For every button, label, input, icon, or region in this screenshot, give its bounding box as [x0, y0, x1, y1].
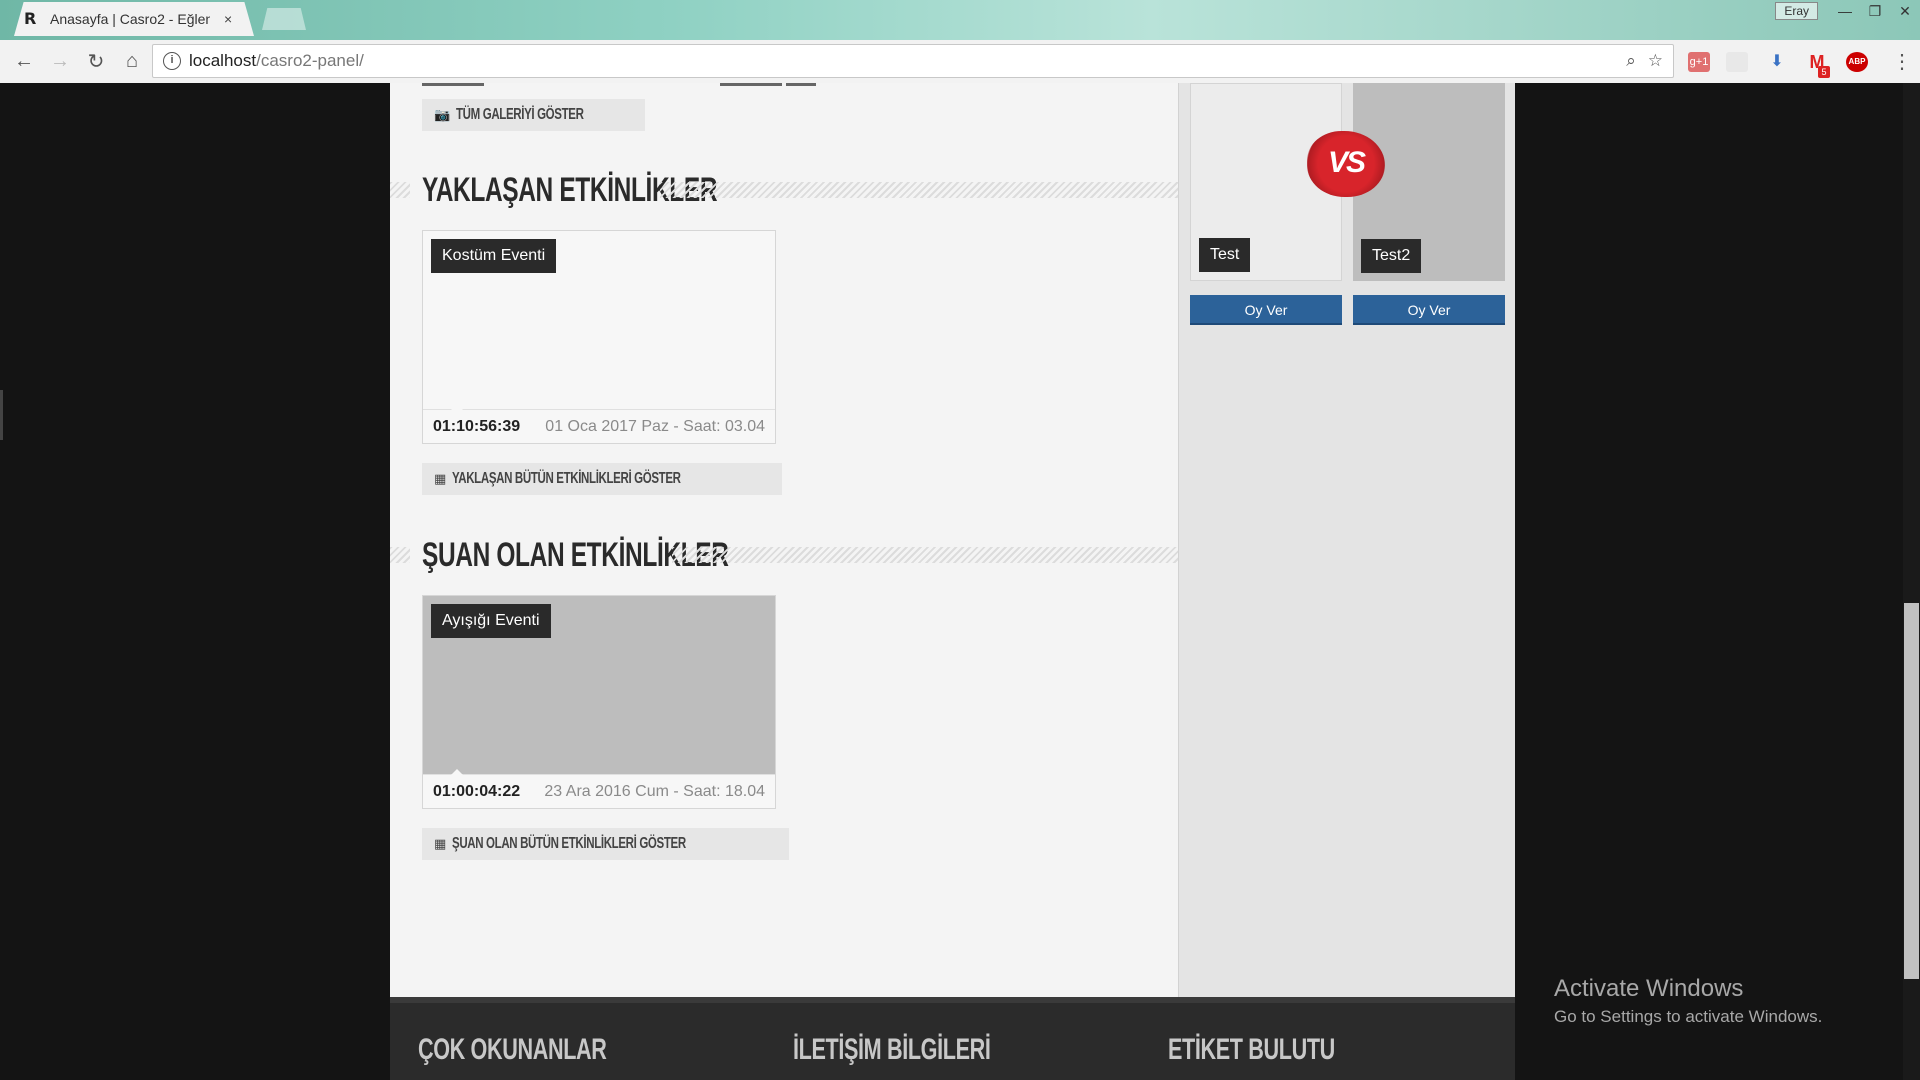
address-bar[interactable]: i localhost/casro2-panel/ ⌕ ☆	[152, 44, 1674, 78]
back-arrow-icon[interactable]: ←	[6, 50, 42, 73]
url-text[interactable]: localhost/casro2-panel/	[189, 51, 1614, 71]
event-tag: Kostüm Eventi	[431, 239, 557, 273]
event-countdown: 01:10:56:39	[433, 417, 521, 435]
footer-heading: ETİKET BULUTU	[1168, 1033, 1335, 1066]
upcoming-event-card[interactable]: Kostüm Eventi 01:10:56:39 01 Oca 2017 Pa…	[422, 230, 776, 444]
translate-extension[interactable]: ⬇	[1766, 52, 1788, 72]
kebab-menu-icon[interactable]: ⋮	[1884, 49, 1920, 74]
left-edge-marker	[0, 390, 3, 440]
scrollbar-thumb[interactable]	[1904, 603, 1919, 979]
watermark-subtitle: Go to Settings to activate Windows.	[1554, 1007, 1823, 1026]
show-all-upcoming-label: YAKLAŞAN BÜTÜN ETKİNLİKLERİ GÖSTER	[452, 470, 681, 487]
event-tag: Ayışığı Eventi	[431, 604, 551, 638]
event-date: 23 Ara 2016 Cum - Saat: 18.04	[544, 782, 765, 800]
site-info-icon[interactable]: i	[163, 52, 181, 70]
browser-chrome: R Anasayfa | Casro2 - Eğlen × Eray — ❐ ✕…	[0, 0, 1920, 83]
window-controls: Eray — ❐ ✕	[1775, 0, 1920, 22]
reload-icon[interactable]: ↻	[78, 49, 114, 74]
minimize-icon[interactable]: —	[1830, 3, 1860, 19]
show-all-current-button[interactable]: ▦ ŞUAN OLAN BÜTÜN ETKİNLİKLERİ GÖSTER	[422, 828, 790, 860]
event-meta: 01:10:56:39 01 Oca 2017 Paz - Saat: 03.0…	[423, 404, 775, 443]
url-path: /casro2-panel/	[256, 51, 364, 70]
sidebar: Test Test2 VS Oy Ver Oy Ver	[1178, 83, 1515, 997]
upcoming-events-heading: YAKLAŞAN ETKİNLİKLER	[390, 171, 1178, 209]
vote-left-button[interactable]: Oy Ver	[1190, 295, 1342, 325]
close-window-icon[interactable]: ✕	[1890, 3, 1920, 20]
tab-close-icon[interactable]: ×	[224, 11, 232, 27]
home-icon[interactable]: ⌂	[114, 50, 150, 73]
current-event-card[interactable]: Ayışığı Eventi 01:00:04:22 23 Ara 2016 C…	[422, 595, 776, 809]
windows-activation-watermark: Activate Windows Go to Settings to activ…	[1554, 975, 1822, 1027]
footer-column-contact: İLETİŞİM BİLGİLERİ	[793, 1033, 1113, 1067]
vote-right-button[interactable]: Oy Ver	[1353, 295, 1505, 325]
footer-column-most-read: ÇOK OKUNANLAR	[418, 1033, 738, 1067]
event-date: 01 Oca 2017 Paz - Saat: 03.04	[545, 417, 765, 435]
candidate-name: Test	[1199, 238, 1251, 272]
candidate-name: Test2	[1361, 239, 1422, 273]
zoom-icon[interactable]: ⌕	[1626, 51, 1636, 71]
page-scrollbar[interactable]	[1903, 83, 1920, 1080]
footer: ÇOK OKUNANLAR İLETİŞİM BİLGİLERİ ETİKET …	[390, 997, 1515, 1080]
vs-badge-icon: VS	[1307, 131, 1385, 197]
camera-icon: 📷	[434, 107, 451, 123]
forward-arrow-icon[interactable]: →	[42, 50, 78, 73]
footer-heading: İLETİŞİM BİLGİLERİ	[793, 1033, 991, 1066]
calendar-icon: ▦	[434, 836, 447, 852]
browser-tab[interactable]: R Anasayfa | Casro2 - Eğlen ×	[14, 2, 254, 36]
current-events-heading: ŞUAN OLAN ETKİNLİKLER	[390, 536, 1178, 574]
show-all-upcoming-button[interactable]: ▦ YAKLAŞAN BÜTÜN ETKİNLİKLERİ GÖSTER	[422, 463, 782, 495]
star-icon[interactable]: ☆	[1648, 51, 1663, 71]
new-tab-button[interactable]	[262, 8, 306, 30]
footer-heading: ÇOK OKUNANLAR	[418, 1033, 607, 1066]
show-gallery-button[interactable]: 📷 TÜM GALERİYİ GÖSTER	[422, 99, 646, 131]
event-meta: 01:00:04:22 23 Ara 2016 Cum - Saat: 18.0…	[423, 769, 775, 808]
url-host: localhost	[189, 51, 257, 70]
profile-badge[interactable]: Eray	[1775, 2, 1818, 20]
page: 📷 TÜM GALERİYİ GÖSTER YAKLAŞAN ETKİNLİKL…	[0, 83, 1920, 1080]
restore-icon[interactable]: ❐	[1860, 3, 1890, 20]
google-plus-extension[interactable]: g+1	[1688, 52, 1710, 72]
gmail-count-badge: 5	[1818, 66, 1830, 78]
show-gallery-label: TÜM GALERİYİ GÖSTER	[456, 106, 584, 123]
tab-title: Anasayfa | Casro2 - Eğlen	[50, 11, 210, 27]
site-favicon-icon: R	[24, 9, 37, 28]
footer-column-tag-cloud: ETİKET BULUTU	[1168, 1033, 1488, 1067]
show-all-current-label: ŞUAN OLAN BÜTÜN ETKİNLİKLERİ GÖSTER	[452, 835, 687, 852]
adblock-extension[interactable]: ABP	[1846, 52, 1868, 72]
blank-extension[interactable]	[1726, 52, 1748, 72]
browser-toolbar: ← → ↻ ⌂ i localhost/casro2-panel/ ⌕ ☆ g+…	[0, 40, 1920, 83]
calendar-icon: ▦	[434, 471, 447, 487]
main-content: 📷 TÜM GALERİYİ GÖSTER YAKLAŞAN ETKİNLİKL…	[390, 83, 1178, 997]
watermark-title: Activate Windows	[1554, 975, 1744, 1002]
event-countdown: 01:00:04:22	[433, 782, 521, 800]
